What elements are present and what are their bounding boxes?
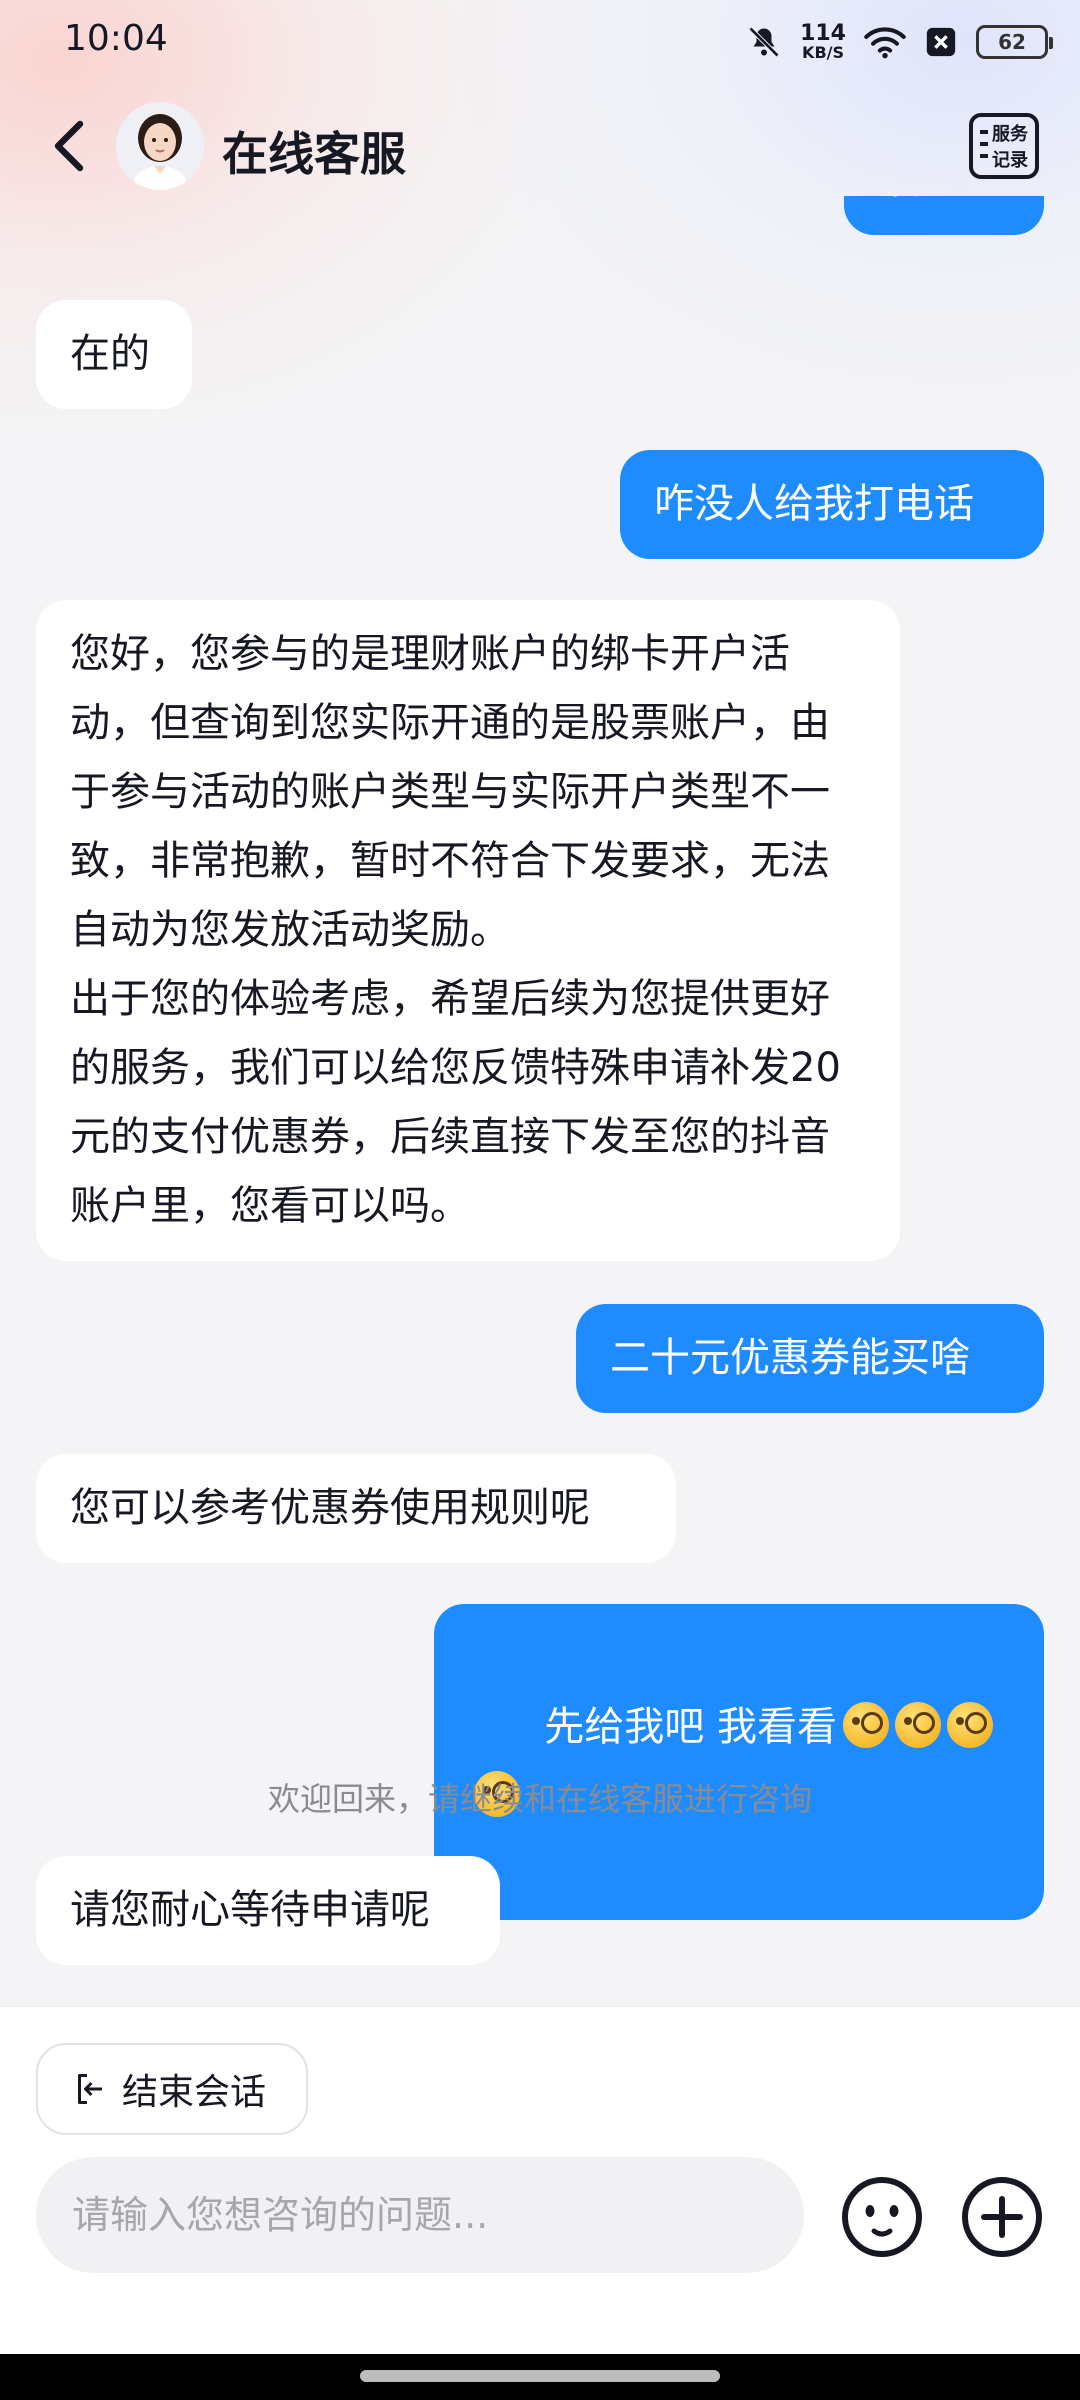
chat-screen: 10:04 114 KB/S 62 在线客服 服务 记录 在的 咋没人给我打电话…	[0, 0, 1080, 2400]
no-sim-icon	[926, 27, 956, 57]
network-speed-unit: KB/S	[802, 43, 845, 62]
service-record-button[interactable]: 服务 记录	[968, 112, 1040, 180]
message-bubble-user[interactable]: 咋没人给我打电话	[620, 450, 1044, 559]
status-time: 10:04	[64, 18, 168, 59]
face-with-monocle-emoji	[947, 1702, 994, 1748]
smiley-icon	[842, 2177, 922, 2257]
exit-icon	[78, 2074, 102, 2104]
home-indicator[interactable]	[360, 2370, 720, 2382]
message-bubble-agent[interactable]: 您可以参考优惠券使用规则呢	[36, 1454, 676, 1563]
status-icons: 114 KB/S 62	[746, 20, 1053, 64]
message-text: 先给我吧 我看看	[544, 1704, 838, 1750]
page-title: 在线客服	[222, 127, 406, 181]
mute-notification-icon	[748, 26, 780, 58]
chat-header: 在线客服 服务 记录	[0, 96, 1080, 196]
emoji-button[interactable]	[840, 2175, 924, 2259]
end-session-label: 结束会话	[122, 2072, 267, 2113]
back-button[interactable]	[40, 116, 100, 176]
message-bubble-user[interactable]: 二十元优惠券能买啥	[576, 1304, 1044, 1413]
end-session-button[interactable]: 结束会话	[36, 2043, 308, 2135]
message-bubble-agent[interactable]: 在的	[36, 300, 192, 409]
system-navigation-bar	[0, 2354, 1080, 2400]
chat-message-list[interactable]: 转人工 在的 咋没人给我打电话 您好，您参与的是理财账户的绑卡开户活动，但查询到…	[0, 196, 1080, 2006]
network-speed-value: 114	[800, 21, 846, 46]
message-input-container[interactable]	[36, 2157, 804, 2273]
service-record-label-line2: 记录	[992, 150, 1028, 171]
chevron-left-icon	[54, 120, 84, 172]
agent-avatar-image	[116, 102, 204, 190]
status-bar: 10:04 114 KB/S 62	[0, 0, 1080, 84]
face-with-monocle-emoji	[843, 1702, 890, 1748]
network-speed: 114 KB/S	[800, 23, 846, 61]
message-bubble-user[interactable]: 转人工	[844, 196, 1044, 235]
message-input[interactable]	[72, 2193, 804, 2237]
service-record-icon: 服务 记录	[969, 113, 1039, 179]
more-options-button[interactable]	[960, 2175, 1044, 2259]
input-panel: 结束会话	[0, 2006, 1080, 2354]
face-with-monocle-emoji	[895, 1702, 942, 1748]
battery-icon: 62	[976, 25, 1053, 59]
message-bubble-agent[interactable]: 您好，您参与的是理财账户的绑卡开户活动，但查询到您实际开通的是股票账户，由于参与…	[36, 600, 900, 1261]
agent-avatar	[116, 102, 204, 190]
system-notice: 欢迎回来，请继续和在线客服进行咨询	[267, 1780, 812, 1818]
service-record-label-line1: 服务	[992, 123, 1029, 145]
message-bubble-user[interactable]: 先给我吧 我看看	[434, 1604, 1044, 1920]
plus-icon	[962, 2177, 1042, 2257]
message-bubble-agent[interactable]: 请您耐心等待申请呢	[36, 1856, 500, 1965]
wifi-icon	[864, 27, 906, 59]
